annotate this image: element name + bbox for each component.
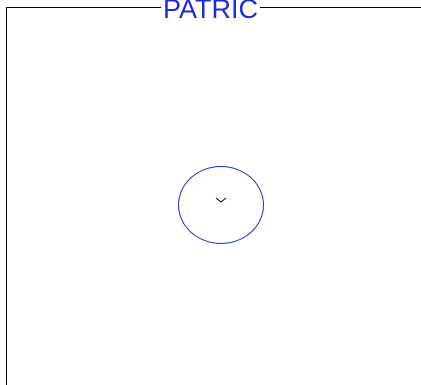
app-canvas: PATRIC bbox=[0, 0, 421, 385]
page-title: PATRIC bbox=[161, 0, 261, 23]
expand-button[interactable] bbox=[178, 166, 264, 244]
chevron-down-icon bbox=[215, 197, 227, 203]
main-frame: PATRIC bbox=[6, 0, 421, 385]
